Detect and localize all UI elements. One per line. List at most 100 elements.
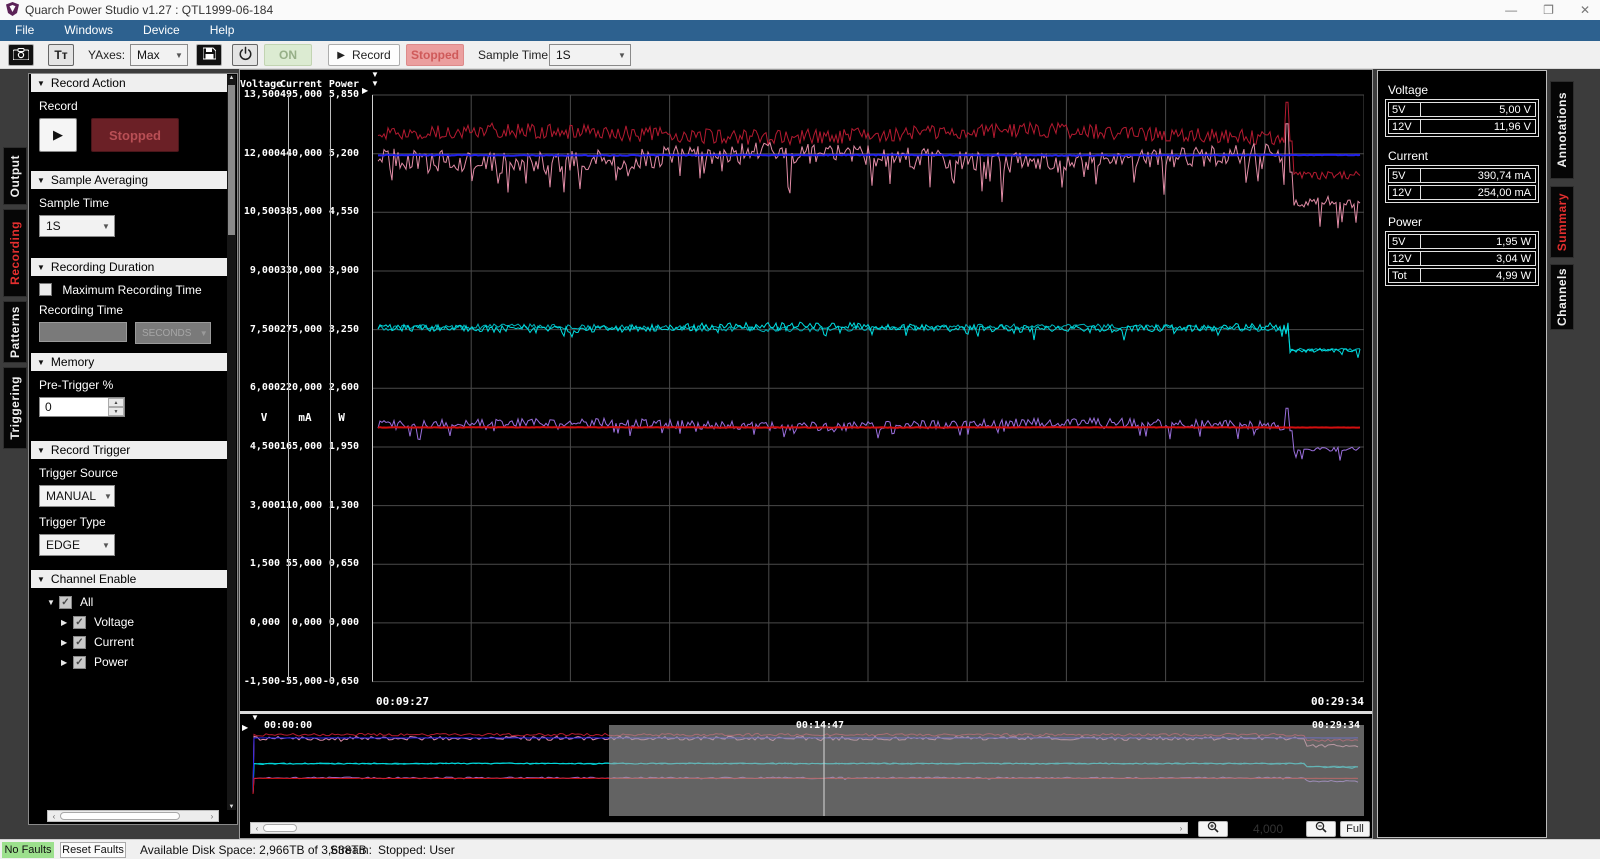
tab-triggering[interactable]: Triggering	[3, 367, 27, 449]
tab-patterns[interactable]: Patterns	[3, 301, 27, 363]
chart-area: Voltage Current Power 13,50012,00010,500…	[239, 69, 1373, 839]
restore-icon[interactable]: ❐	[1543, 3, 1554, 17]
record-status-badge: Stopped	[406, 44, 464, 66]
axis-tick-label: 6,000	[240, 382, 280, 393]
collapse-icon: ▼	[37, 358, 45, 367]
collapsed-icon[interactable]: ▶	[61, 638, 73, 647]
scroll-down-icon[interactable]: ▼	[227, 804, 236, 810]
close-icon[interactable]: ✕	[1580, 3, 1590, 17]
section-header[interactable]: ▼ Recording Duration	[31, 258, 227, 276]
summary-panel: Voltage 5V 5,00 V 12V 11,96 V Current 5V…	[1377, 70, 1547, 838]
reset-faults-button[interactable]: Reset Faults	[60, 842, 126, 858]
tab-recording[interactable]: Recording	[3, 209, 27, 297]
text-annotation-button[interactable]: Tᴛ	[48, 44, 74, 66]
section-header[interactable]: ▼ Memory	[31, 353, 227, 371]
cursor-marker-icon[interactable]: ▶	[362, 87, 368, 95]
timeline-time-mid: 00:14:47	[780, 720, 860, 731]
menu-device[interactable]: Device	[128, 20, 195, 41]
zoom-full-button[interactable]: Full	[1340, 821, 1370, 837]
section-record-action: ▼ Record Action Record ▶ Stopped	[31, 74, 227, 168]
cursor-marker-icon[interactable]: ▼	[371, 71, 379, 79]
trigger-type-select[interactable]: EDGE ▼	[39, 534, 115, 556]
axis-unit-power: W	[320, 411, 363, 424]
left-panel-vertical-scrollbar[interactable]: ▲ ▼	[227, 75, 236, 810]
screenshot-button[interactable]	[8, 44, 34, 66]
pretrigger-stepper[interactable]: 0 ▲ ▼	[39, 397, 125, 417]
axis-tick-label: 2,600	[316, 382, 359, 393]
channel-checkbox[interactable]: ✓	[73, 616, 86, 629]
timeline-marker-icon[interactable]: ▶	[242, 724, 248, 732]
spin-down-icon[interactable]: ▼	[108, 407, 124, 416]
timeline-horizontal-scrollbar[interactable]: ‹ ›	[250, 822, 1188, 834]
scroll-right-icon[interactable]: ›	[1175, 824, 1187, 833]
yaxes-dropdown[interactable]: Max ▼	[130, 44, 188, 66]
collapsed-icon[interactable]: ▶	[61, 618, 73, 627]
window-title: Quarch Power Studio v1.27 : QTL1999-06-1…	[25, 3, 273, 17]
menu-windows[interactable]: Windows	[49, 20, 128, 41]
section-header[interactable]: ▼ Record Action	[31, 74, 227, 92]
app-logo-icon	[6, 2, 19, 19]
camera-icon	[13, 48, 29, 63]
power-state-indicator: ON	[264, 44, 312, 66]
channel-tree-item-current[interactable]: ▶ ✓ Current	[61, 635, 219, 649]
menu-help[interactable]: Help	[195, 20, 250, 41]
channel-tree-item-all[interactable]: ▼ ✓ All	[47, 595, 219, 609]
axis-tick-label: 0,000	[316, 617, 359, 628]
channel-tree-item-voltage[interactable]: ▶ ✓ Voltage	[61, 615, 219, 629]
minimize-icon[interactable]: —	[1505, 3, 1517, 17]
section-header[interactable]: ▼ Record Trigger	[31, 441, 227, 459]
section-header[interactable]: ▼ Sample Averaging	[31, 171, 227, 189]
scroll-right-icon[interactable]: ›	[206, 812, 218, 821]
summary-voltage-table: 5V 5,00 V 12V 11,96 V	[1385, 99, 1539, 137]
axis-tick-label: 7,500	[240, 324, 280, 335]
axis-tick-label: 0,000	[240, 617, 280, 628]
recording-time-unit-select[interactable]: SECONDS ▼	[135, 322, 211, 344]
axis-tick-label: 1,950	[316, 441, 359, 452]
sample-time-select[interactable]: 1S ▼	[39, 215, 115, 237]
start-record-button[interactable]: ▶	[39, 118, 77, 152]
axis-tick-label: 10,500	[240, 206, 280, 217]
axis-tick-label: 1,300	[316, 500, 359, 511]
collapsed-icon[interactable]: ▶	[61, 658, 73, 667]
axis-tick-label: 4,550	[316, 206, 359, 217]
channel-checkbox[interactable]: ✓	[73, 636, 86, 649]
zoom-window-value[interactable]: 4,000	[1236, 822, 1300, 836]
channel-checkbox[interactable]: ✓	[59, 596, 72, 609]
toolbar: Tᴛ YAxes: Max ▼ ON ▶ Record Stopped Samp…	[0, 41, 1600, 69]
tab-channels[interactable]: Channels	[1550, 264, 1574, 330]
timeline-time-end: 00:29:34	[1284, 720, 1360, 731]
timeline-overview[interactable]	[250, 716, 1364, 816]
save-button[interactable]	[196, 44, 222, 66]
zoom-out-icon	[1315, 820, 1327, 838]
chevron-down-icon: ▼	[98, 541, 114, 550]
channel-checkbox[interactable]: ✓	[73, 656, 86, 669]
zoom-out-button[interactable]	[1306, 821, 1336, 837]
max-recording-time-checkbox[interactable]	[39, 283, 52, 296]
main-plot[interactable]	[372, 91, 1364, 691]
spin-up-icon[interactable]: ▲	[108, 398, 124, 407]
cursor-marker-icon[interactable]: ▼	[371, 80, 379, 88]
record-button[interactable]: ▶ Record	[328, 44, 400, 66]
timeline-marker-icon[interactable]: ▼	[251, 714, 259, 722]
trigger-source-select[interactable]: MANUAL ▼	[39, 485, 115, 507]
section-sample-averaging: ▼ Sample Averaging Sample Time 1S ▼	[31, 171, 227, 255]
tab-output[interactable]: Output	[3, 147, 27, 205]
tab-annotations[interactable]: Annotations	[1550, 81, 1574, 179]
scroll-left-icon[interactable]: ‹	[251, 824, 263, 833]
channel-tree-item-power[interactable]: ▶ ✓ Power	[61, 655, 219, 669]
output-power-button[interactable]	[232, 44, 258, 66]
scroll-left-icon[interactable]: ‹	[48, 812, 60, 821]
zoom-in-button[interactable]	[1198, 821, 1228, 837]
left-panel-horizontal-scrollbar[interactable]: ‹ ›	[47, 810, 219, 822]
axis-tick-label: -0,650	[316, 676, 359, 687]
save-icon	[203, 47, 216, 63]
sample-time-dropdown[interactable]: 1S ▼	[549, 44, 631, 66]
menubar: File Windows Device Help	[0, 20, 1600, 41]
section-header[interactable]: ▼ Channel Enable	[31, 570, 227, 588]
summary-voltage-title: Voltage	[1388, 83, 1546, 97]
scroll-up-icon[interactable]: ▲	[227, 75, 236, 81]
expand-icon[interactable]: ▼	[47, 598, 59, 607]
recording-time-input[interactable]	[39, 322, 127, 342]
tab-summary[interactable]: Summary	[1550, 186, 1574, 258]
menu-file[interactable]: File	[0, 20, 49, 41]
